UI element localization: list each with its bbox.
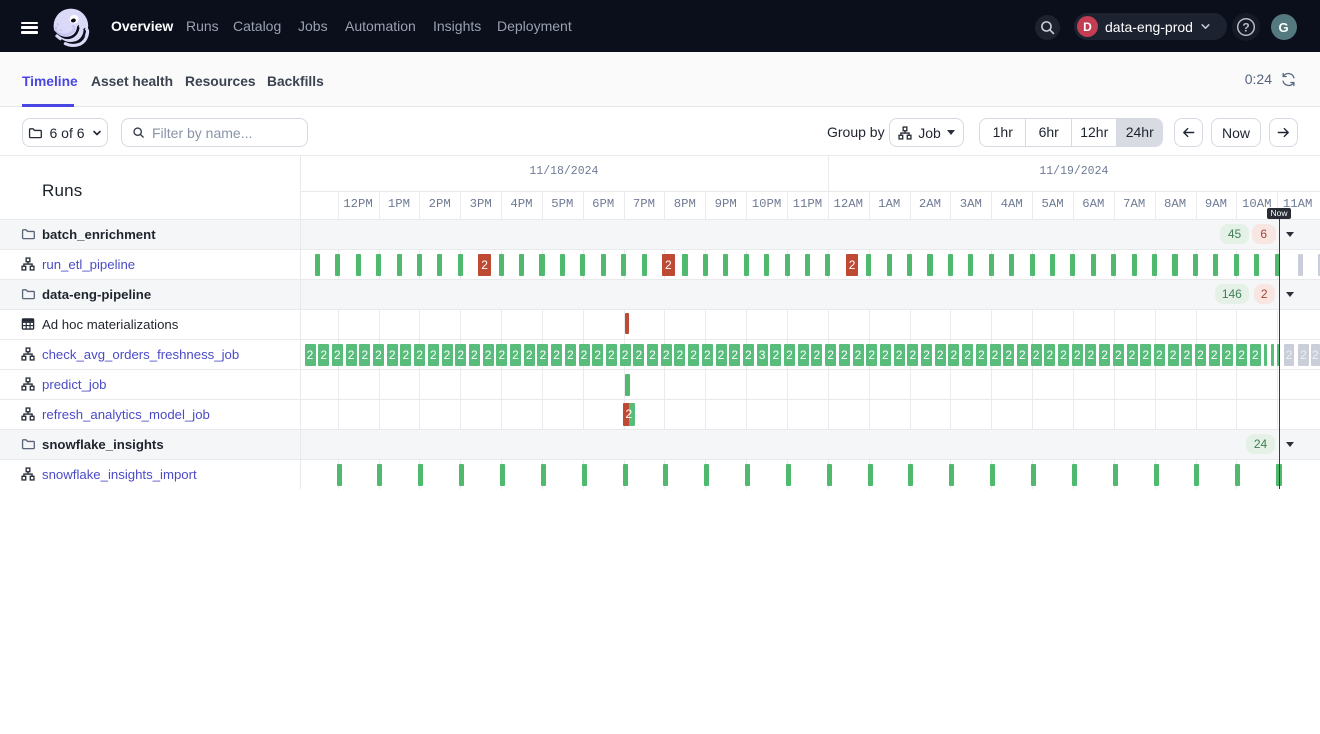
svg-text:?: ? — [1242, 20, 1249, 34]
